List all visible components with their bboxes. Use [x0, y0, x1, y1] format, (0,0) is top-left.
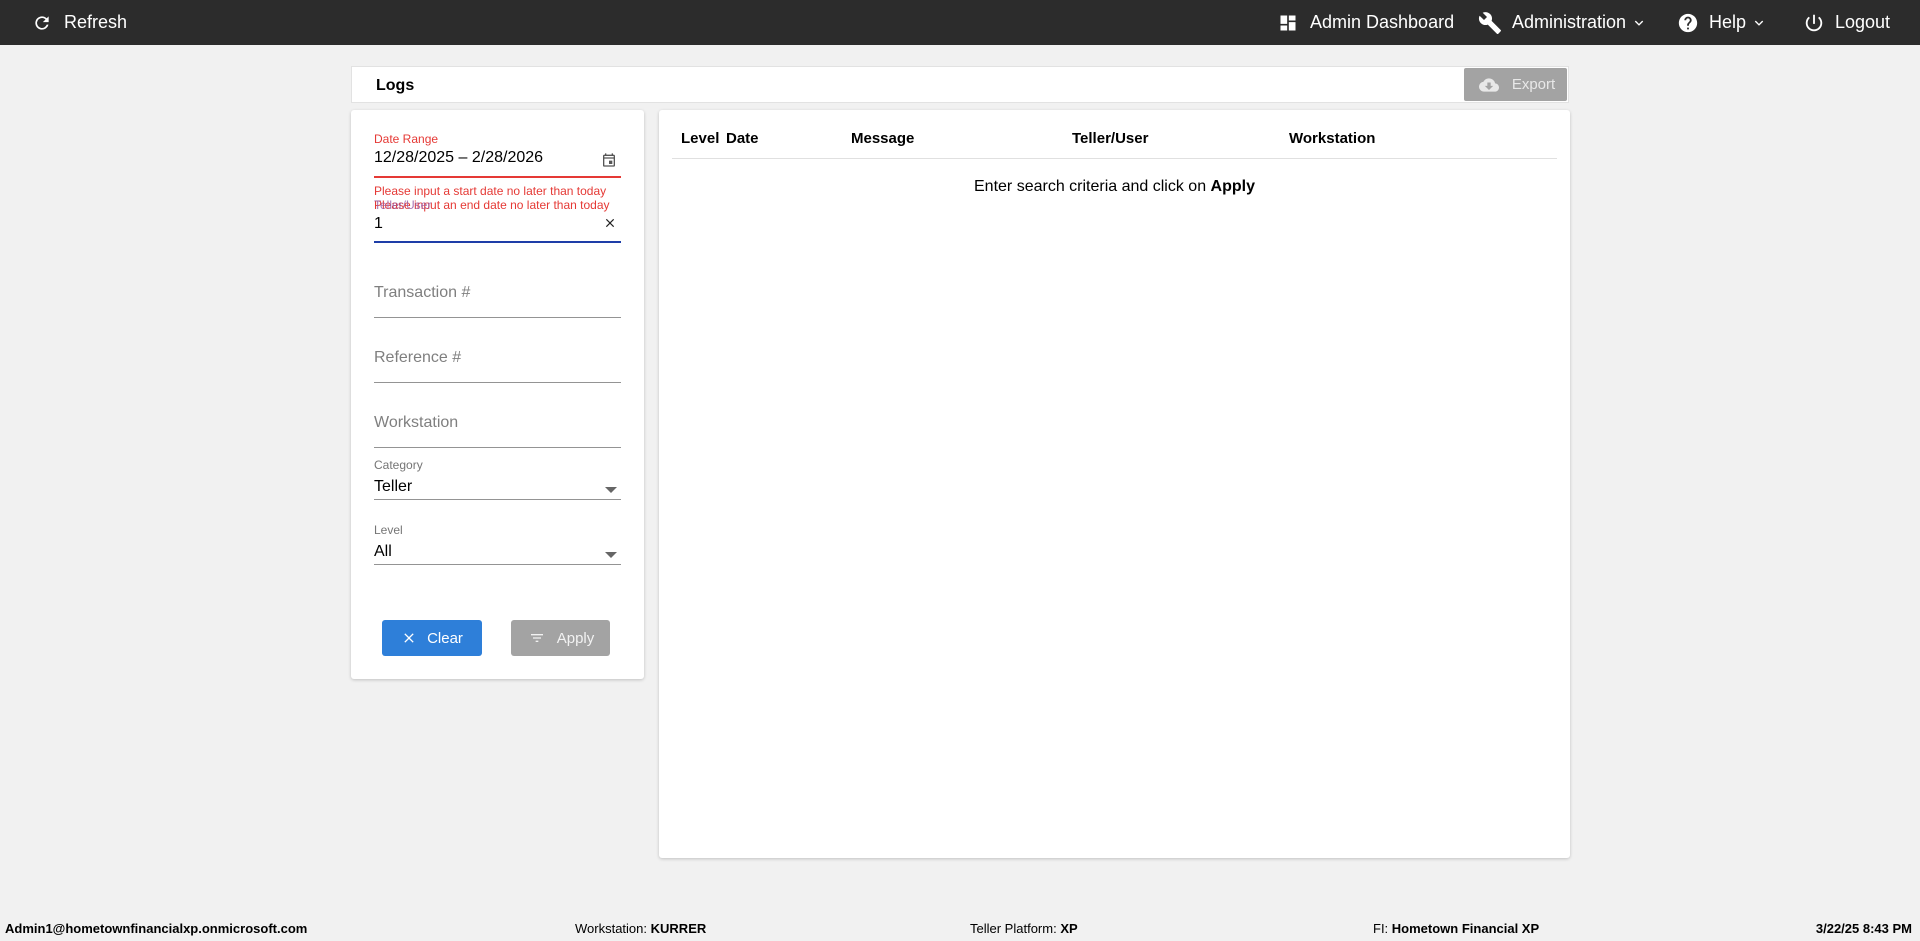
- help-label: Help: [1709, 12, 1747, 32]
- column-header-date[interactable]: Date: [726, 130, 759, 147]
- apply-label: Apply: [556, 629, 595, 647]
- clear-label: Clear: [427, 629, 463, 647]
- platform-status-value: XP: [1060, 921, 1078, 936]
- dropdown-arrow-icon[interactable]: [605, 546, 617, 564]
- status-bar: Admin1@hometownfinancialxp.onmicrosoft.c…: [0, 915, 1920, 941]
- workstation-underline: [374, 447, 621, 448]
- date-range-label: Date Range: [374, 132, 439, 146]
- teller-user-underline: [374, 241, 621, 243]
- reference-underline: [374, 382, 621, 383]
- filter-panel: Date Range 12/28/2025 – 2/28/2026 Please…: [351, 110, 644, 679]
- chevron-down-icon: [1752, 16, 1766, 30]
- date-range-field[interactable]: Date Range 12/28/2025 – 2/28/2026: [374, 132, 621, 178]
- logout-label: Logout: [1835, 12, 1891, 32]
- transaction-underline: [374, 317, 621, 318]
- category-label: Category: [374, 458, 423, 472]
- column-header-message[interactable]: Message: [851, 130, 914, 147]
- refresh-icon: [32, 13, 52, 33]
- workstation-status-label: Workstation:: [575, 921, 648, 936]
- category-underline: [374, 499, 621, 500]
- close-icon: [401, 630, 417, 646]
- page-title: Logs: [376, 77, 415, 94]
- fi-status-value: Hometown Financial XP: [1391, 921, 1540, 936]
- level-select[interactable]: Level All: [374, 523, 621, 565]
- admin-dashboard-label: Admin Dashboard: [1310, 12, 1455, 32]
- level-label: Level: [374, 523, 403, 537]
- results-panel: Level Date Message Teller/User Workstati…: [659, 110, 1570, 858]
- logout-button[interactable]: Logout: [1803, 0, 1890, 45]
- dashboard-icon: [1278, 13, 1298, 33]
- wrench-icon: [1478, 11, 1502, 35]
- header-divider: [672, 158, 1557, 159]
- teller-user-label: Teller/User: [374, 198, 432, 212]
- admin-dashboard-link[interactable]: Admin Dashboard: [1278, 0, 1454, 45]
- empty-state-action: Apply: [1210, 178, 1255, 195]
- calendar-icon[interactable]: [601, 152, 617, 173]
- apply-button[interactable]: Apply: [511, 620, 610, 656]
- refresh-label: Refresh: [64, 12, 128, 32]
- close-icon[interactable]: [603, 216, 617, 235]
- workstation-status-value: KURRER: [650, 921, 707, 936]
- top-navigation-bar: Refresh Admin Dashboard Administration H…: [0, 0, 1920, 45]
- workstation-input[interactable]: Workstation: [374, 412, 621, 434]
- dropdown-arrow-icon[interactable]: [605, 481, 617, 499]
- logs-header: Logs Export: [351, 66, 1569, 103]
- administration-label: Administration: [1512, 12, 1627, 32]
- category-select[interactable]: Category Teller: [374, 458, 621, 500]
- help-menu[interactable]: Help: [1677, 0, 1766, 45]
- status-datetime: 3/22/25 8:43 PM: [1815, 921, 1912, 936]
- fi-status: FI: Hometown Financial XP: [1373, 921, 1539, 936]
- reference-field[interactable]: Reference #: [374, 347, 621, 383]
- platform-status: Teller Platform: XP: [970, 921, 1078, 936]
- date-range-value[interactable]: 12/28/2025 – 2/28/2026: [374, 147, 621, 169]
- help-icon: [1677, 12, 1699, 34]
- workstation-status: Workstation: KURRER: [575, 921, 706, 936]
- current-user: Admin1@hometownfinancialxp.onmicrosoft.c…: [5, 921, 308, 936]
- transaction-input[interactable]: Transaction #: [374, 282, 621, 304]
- export-label: Export: [1511, 76, 1556, 93]
- platform-status-label: Teller Platform:: [970, 921, 1057, 936]
- export-button[interactable]: Export: [1464, 68, 1567, 101]
- level-underline: [374, 564, 621, 565]
- filter-icon: [527, 630, 547, 646]
- cloud-download-icon: [1476, 75, 1502, 95]
- column-header-workstation[interactable]: Workstation: [1289, 130, 1375, 147]
- teller-user-input[interactable]: 1: [374, 213, 621, 235]
- column-header-teller-user[interactable]: Teller/User: [1072, 130, 1148, 147]
- transaction-field[interactable]: Transaction #: [374, 282, 621, 318]
- clear-button[interactable]: Clear: [382, 620, 482, 656]
- empty-state-message: Enter search criteria and click on Apply: [659, 178, 1570, 196]
- start-date-error: Please input a start date no later than …: [374, 184, 607, 198]
- administration-menu[interactable]: Administration: [1478, 0, 1646, 45]
- date-range-underline: [374, 176, 621, 178]
- empty-state-text: Enter search criteria and click on: [974, 178, 1211, 195]
- level-value[interactable]: All: [374, 541, 621, 563]
- category-value[interactable]: Teller: [374, 476, 621, 498]
- column-header-level[interactable]: Level: [681, 130, 719, 147]
- chevron-down-icon: [1632, 16, 1646, 30]
- power-icon: [1803, 12, 1825, 34]
- reference-input[interactable]: Reference #: [374, 347, 621, 369]
- teller-user-field[interactable]: Teller/User 1: [374, 198, 621, 243]
- refresh-button[interactable]: Refresh: [32, 0, 127, 45]
- fi-status-label: FI:: [1373, 921, 1389, 936]
- workstation-field[interactable]: Workstation: [374, 412, 621, 448]
